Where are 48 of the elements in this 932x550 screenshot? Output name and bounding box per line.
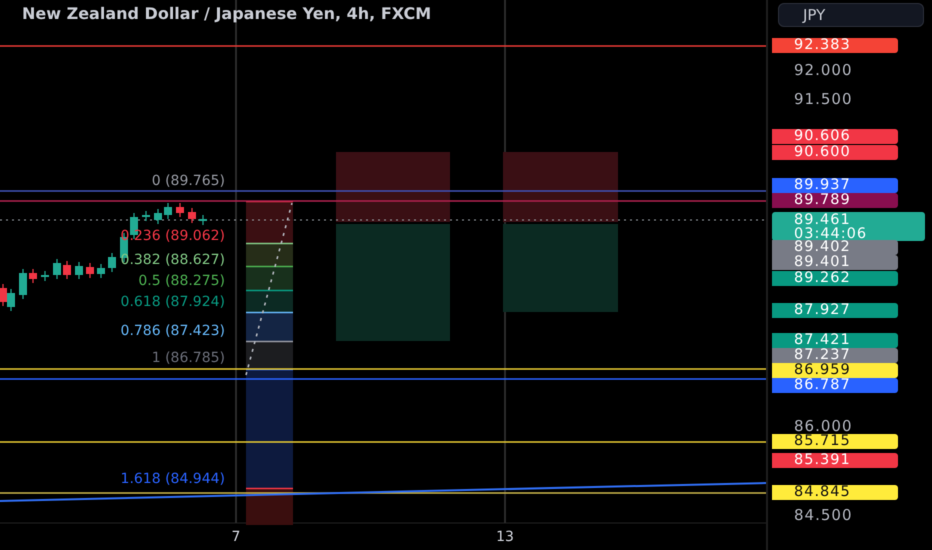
candlestick xyxy=(86,263,94,278)
candlestick xyxy=(188,208,196,223)
price-tick-label: 84.500 xyxy=(794,506,852,524)
candlestick xyxy=(164,203,172,219)
price-value: 90.600 xyxy=(794,145,852,160)
price-value: 87.237 xyxy=(794,348,852,363)
price-tick-label: 92.000 xyxy=(794,61,852,79)
candlestick xyxy=(176,203,184,217)
fibonacci-level-label: 0.5 (88.275) xyxy=(138,272,225,290)
price-value: 86.787 xyxy=(794,378,852,393)
price-value: 85.391 xyxy=(794,453,852,468)
candlestick xyxy=(63,261,71,279)
price-tick-label: 86.000 xyxy=(794,417,852,435)
price-value: 89.461 xyxy=(794,213,851,227)
candlestick xyxy=(142,211,150,221)
price-value: 86.959 xyxy=(794,363,852,378)
candlestick xyxy=(199,215,207,225)
fibonacci-level-label: 0.786 (87.423) xyxy=(120,322,225,340)
fibonacci-level-label: 0.382 (88.627) xyxy=(120,251,225,269)
date-axis-label: 7 xyxy=(230,529,242,545)
fibonacci-level-label: 1.618 (84.944) xyxy=(120,470,225,488)
price-value: 89.789 xyxy=(794,193,852,208)
fibonacci-level-label: 1 (86.785) xyxy=(152,349,225,367)
price-value: 89.262 xyxy=(794,271,852,286)
fibonacci-level-label: 0 (89.765) xyxy=(152,172,225,190)
price-tick-label: 91.500 xyxy=(794,90,852,108)
date-axis-label: 13 xyxy=(495,529,515,545)
price-value: 87.421 xyxy=(794,333,852,348)
candlestick xyxy=(19,269,27,299)
candlestick xyxy=(29,269,37,283)
price-value: 89.401 xyxy=(794,255,852,270)
candlestick xyxy=(75,262,83,279)
price-value: 87.927 xyxy=(794,303,852,318)
candlestick xyxy=(108,253,116,272)
price-value: 84.845 xyxy=(794,485,852,500)
candlestick xyxy=(97,264,105,278)
price-value: 92.383 xyxy=(794,38,852,53)
price-value: 90.606 xyxy=(794,129,852,144)
currency-button[interactable]: JPY xyxy=(778,3,924,27)
price-value: 89.937 xyxy=(794,178,852,193)
candlestick xyxy=(41,271,49,281)
price-value: 85.715 xyxy=(794,434,852,449)
fibonacci-level-label: 0.618 (87.924) xyxy=(120,293,225,311)
price-value: 89.402 xyxy=(794,240,852,255)
chart-title: New Zealand Dollar / Japanese Yen, 4h, FXCM xyxy=(22,4,432,23)
candlestick xyxy=(154,209,162,224)
countdown-time: 03:44:06 xyxy=(794,227,868,241)
candlestick xyxy=(53,259,61,279)
